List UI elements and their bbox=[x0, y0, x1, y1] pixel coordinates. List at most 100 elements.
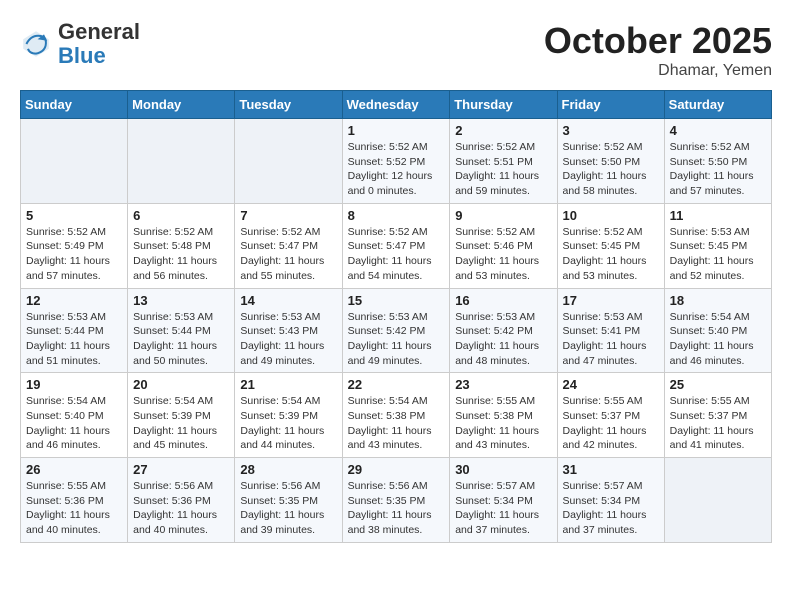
day-info: Sunrise: 5:52 AM Sunset: 5:46 PM Dayligh… bbox=[455, 225, 551, 284]
day-info: Sunrise: 5:52 AM Sunset: 5:48 PM Dayligh… bbox=[133, 225, 229, 284]
day-info: Sunrise: 5:52 AM Sunset: 5:45 PM Dayligh… bbox=[563, 225, 659, 284]
day-info: Sunrise: 5:56 AM Sunset: 5:35 PM Dayligh… bbox=[348, 479, 445, 538]
day-info: Sunrise: 5:53 AM Sunset: 5:43 PM Dayligh… bbox=[240, 310, 336, 369]
weekday-header-thursday: Thursday bbox=[450, 91, 557, 119]
calendar-cell: 22 Sunrise: 5:54 AM Sunset: 5:38 PM Dayli… bbox=[342, 373, 450, 458]
logo: General Blue bbox=[20, 20, 140, 68]
calendar-cell: 14 Sunrise: 5:53 AM Sunset: 5:43 PM Dayli… bbox=[235, 288, 342, 373]
day-number: 16 bbox=[455, 293, 551, 308]
day-number: 7 bbox=[240, 208, 336, 223]
page-header: General Blue October 2025 Dhamar, Yemen bbox=[20, 20, 772, 80]
calendar-cell: 31 Sunrise: 5:57 AM Sunset: 5:34 PM Dayli… bbox=[557, 458, 664, 543]
day-info: Sunrise: 5:55 AM Sunset: 5:36 PM Dayligh… bbox=[26, 479, 122, 538]
week-row-5: 26 Sunrise: 5:55 AM Sunset: 5:36 PM Dayli… bbox=[21, 458, 772, 543]
day-number: 2 bbox=[455, 123, 551, 138]
calendar-cell: 24Sunrise: 5:55 AM Sunset: 5:37 PM Dayli… bbox=[557, 373, 664, 458]
day-info: Sunrise: 5:52 AM Sunset: 5:50 PM Dayligh… bbox=[563, 140, 659, 199]
week-row-4: 19Sunrise: 5:54 AM Sunset: 5:40 PM Dayli… bbox=[21, 373, 772, 458]
day-info: Sunrise: 5:52 AM Sunset: 5:51 PM Dayligh… bbox=[455, 140, 551, 199]
calendar-cell: 28Sunrise: 5:56 AM Sunset: 5:35 PM Dayli… bbox=[235, 458, 342, 543]
logo-icon bbox=[20, 28, 52, 60]
day-info: Sunrise: 5:53 AM Sunset: 5:41 PM Dayligh… bbox=[563, 310, 659, 369]
weekday-header-wednesday: Wednesday bbox=[342, 91, 450, 119]
day-number: 27 bbox=[133, 462, 229, 477]
calendar-cell: 11Sunrise: 5:53 AM Sunset: 5:45 PM Dayli… bbox=[664, 203, 771, 288]
day-number: 17 bbox=[563, 293, 659, 308]
day-info: Sunrise: 5:57 AM Sunset: 5:34 PM Dayligh… bbox=[563, 479, 659, 538]
calendar-cell: 29Sunrise: 5:56 AM Sunset: 5:35 PM Dayli… bbox=[342, 458, 450, 543]
day-number: 18 bbox=[670, 293, 766, 308]
calendar-cell: 26 Sunrise: 5:55 AM Sunset: 5:36 PM Dayli… bbox=[21, 458, 128, 543]
day-info: Sunrise: 5:52 AM Sunset: 5:52 PM Dayligh… bbox=[348, 140, 445, 199]
calendar: SundayMondayTuesdayWednesdayThursdayFrid… bbox=[20, 90, 772, 543]
day-number: 26 bbox=[26, 462, 122, 477]
day-info: Sunrise: 5:56 AM Sunset: 5:36 PM Dayligh… bbox=[133, 479, 229, 538]
calendar-cell: 16 Sunrise: 5:53 AM Sunset: 5:42 PM Dayli… bbox=[450, 288, 557, 373]
day-number: 12 bbox=[26, 293, 122, 308]
calendar-cell: 1 Sunrise: 5:52 AM Sunset: 5:52 PM Daylig… bbox=[342, 119, 450, 204]
calendar-cell: 4Sunrise: 5:52 AM Sunset: 5:50 PM Daylig… bbox=[664, 119, 771, 204]
day-info: Sunrise: 5:53 AM Sunset: 5:44 PM Dayligh… bbox=[133, 310, 229, 369]
day-info: Sunrise: 5:52 AM Sunset: 5:47 PM Dayligh… bbox=[240, 225, 336, 284]
calendar-cell: 19Sunrise: 5:54 AM Sunset: 5:40 PM Dayli… bbox=[21, 373, 128, 458]
day-info: Sunrise: 5:55 AM Sunset: 5:38 PM Dayligh… bbox=[455, 394, 551, 453]
calendar-cell: 7 Sunrise: 5:52 AM Sunset: 5:47 PM Daylig… bbox=[235, 203, 342, 288]
day-number: 9 bbox=[455, 208, 551, 223]
day-info: Sunrise: 5:53 AM Sunset: 5:42 PM Dayligh… bbox=[348, 310, 445, 369]
day-info: Sunrise: 5:52 AM Sunset: 5:49 PM Dayligh… bbox=[26, 225, 122, 284]
day-number: 20 bbox=[133, 377, 229, 392]
calendar-cell: 25 Sunrise: 5:55 AM Sunset: 5:37 PM Dayli… bbox=[664, 373, 771, 458]
weekday-header-row: SundayMondayTuesdayWednesdayThursdayFrid… bbox=[21, 91, 772, 119]
calendar-cell: 5 Sunrise: 5:52 AM Sunset: 5:49 PM Daylig… bbox=[21, 203, 128, 288]
calendar-cell: 17 Sunrise: 5:53 AM Sunset: 5:41 PM Dayli… bbox=[557, 288, 664, 373]
day-info: Sunrise: 5:54 AM Sunset: 5:40 PM Dayligh… bbox=[670, 310, 766, 369]
day-number: 4 bbox=[670, 123, 766, 138]
day-number: 21 bbox=[240, 377, 336, 392]
calendar-cell: 15 Sunrise: 5:53 AM Sunset: 5:42 PM Dayli… bbox=[342, 288, 450, 373]
day-number: 15 bbox=[348, 293, 445, 308]
location-title: Dhamar, Yemen bbox=[544, 62, 772, 80]
calendar-cell bbox=[235, 119, 342, 204]
day-info: Sunrise: 5:54 AM Sunset: 5:38 PM Dayligh… bbox=[348, 394, 445, 453]
calendar-cell: 6 Sunrise: 5:52 AM Sunset: 5:48 PM Daylig… bbox=[128, 203, 235, 288]
calendar-cell bbox=[664, 458, 771, 543]
day-number: 5 bbox=[26, 208, 122, 223]
calendar-cell: 12 Sunrise: 5:53 AM Sunset: 5:44 PM Dayli… bbox=[21, 288, 128, 373]
week-row-3: 12 Sunrise: 5:53 AM Sunset: 5:44 PM Dayli… bbox=[21, 288, 772, 373]
day-info: Sunrise: 5:54 AM Sunset: 5:39 PM Dayligh… bbox=[240, 394, 336, 453]
day-number: 14 bbox=[240, 293, 336, 308]
month-title: October 2025 bbox=[544, 20, 772, 62]
day-info: Sunrise: 5:53 AM Sunset: 5:42 PM Dayligh… bbox=[455, 310, 551, 369]
day-info: Sunrise: 5:53 AM Sunset: 5:44 PM Dayligh… bbox=[26, 310, 122, 369]
calendar-cell: 8Sunrise: 5:52 AM Sunset: 5:47 PM Daylig… bbox=[342, 203, 450, 288]
calendar-cell: 10Sunrise: 5:52 AM Sunset: 5:45 PM Dayli… bbox=[557, 203, 664, 288]
day-number: 1 bbox=[348, 123, 445, 138]
day-number: 6 bbox=[133, 208, 229, 223]
day-number: 3 bbox=[563, 123, 659, 138]
calendar-cell: 21 Sunrise: 5:54 AM Sunset: 5:39 PM Dayli… bbox=[235, 373, 342, 458]
calendar-cell: 30 Sunrise: 5:57 AM Sunset: 5:34 PM Dayli… bbox=[450, 458, 557, 543]
calendar-cell: 13Sunrise: 5:53 AM Sunset: 5:44 PM Dayli… bbox=[128, 288, 235, 373]
day-info: Sunrise: 5:52 AM Sunset: 5:47 PM Dayligh… bbox=[348, 225, 445, 284]
weekday-header-saturday: Saturday bbox=[664, 91, 771, 119]
day-number: 11 bbox=[670, 208, 766, 223]
calendar-cell: 18 Sunrise: 5:54 AM Sunset: 5:40 PM Dayli… bbox=[664, 288, 771, 373]
calendar-cell: 23Sunrise: 5:55 AM Sunset: 5:38 PM Dayli… bbox=[450, 373, 557, 458]
calendar-cell: 2 Sunrise: 5:52 AM Sunset: 5:51 PM Daylig… bbox=[450, 119, 557, 204]
day-number: 22 bbox=[348, 377, 445, 392]
calendar-cell: 27 Sunrise: 5:56 AM Sunset: 5:36 PM Dayli… bbox=[128, 458, 235, 543]
day-number: 30 bbox=[455, 462, 551, 477]
weekday-header-friday: Friday bbox=[557, 91, 664, 119]
weekday-header-sunday: Sunday bbox=[21, 91, 128, 119]
day-info: Sunrise: 5:55 AM Sunset: 5:37 PM Dayligh… bbox=[670, 394, 766, 453]
day-info: Sunrise: 5:57 AM Sunset: 5:34 PM Dayligh… bbox=[455, 479, 551, 538]
calendar-cell: 3 Sunrise: 5:52 AM Sunset: 5:50 PM Daylig… bbox=[557, 119, 664, 204]
title-block: October 2025 Dhamar, Yemen bbox=[544, 20, 772, 80]
day-number: 25 bbox=[670, 377, 766, 392]
day-number: 31 bbox=[563, 462, 659, 477]
calendar-cell: 20Sunrise: 5:54 AM Sunset: 5:39 PM Dayli… bbox=[128, 373, 235, 458]
day-number: 19 bbox=[26, 377, 122, 392]
calendar-cell: 9 Sunrise: 5:52 AM Sunset: 5:46 PM Daylig… bbox=[450, 203, 557, 288]
logo-text: General Blue bbox=[58, 20, 140, 68]
weekday-header-tuesday: Tuesday bbox=[235, 91, 342, 119]
